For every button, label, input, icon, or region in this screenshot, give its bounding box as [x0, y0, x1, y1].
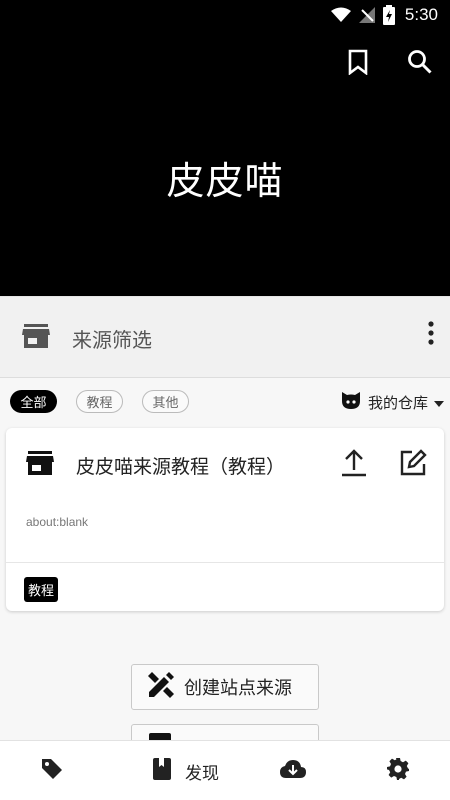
bookmark-button[interactable] [342, 48, 374, 80]
chip-tutorial[interactable]: 教程 [76, 390, 123, 413]
battery-icon [382, 5, 395, 25]
bookmark-icon [347, 49, 369, 79]
bottom-nav: 发现 [0, 740, 450, 800]
more-options-button[interactable] [428, 321, 434, 349]
divider [6, 562, 444, 563]
nav-tags[interactable] [22, 741, 82, 800]
more-vert-icon [428, 321, 434, 349]
header: 皮皮喵 [0, 30, 450, 296]
store-icon [22, 323, 50, 353]
signal-icon [358, 7, 375, 23]
search-button[interactable] [404, 48, 436, 80]
gear-icon [387, 758, 409, 784]
design-tools-icon [146, 670, 176, 705]
edit-icon [398, 449, 428, 482]
chip-other[interactable]: 其他 [142, 390, 189, 413]
source-tag: 教程 [24, 577, 59, 602]
page-title: 皮皮喵 [166, 159, 284, 203]
chip-all[interactable]: 全部 [10, 390, 57, 413]
status-bar: 5:30 [0, 0, 450, 30]
nav-download[interactable] [263, 741, 323, 800]
upload-icon [339, 449, 369, 482]
dropdown-arrow-icon [434, 393, 444, 411]
filter-label: 来源筛选 [72, 328, 152, 352]
category-chips: 全部 教程 其他 我的仓库 [0, 390, 450, 416]
nav-discover[interactable]: 发现 [136, 741, 236, 800]
create-source-label: 创建站点来源 [184, 678, 292, 699]
cloud-download-icon [280, 759, 306, 783]
source-card[interactable]: 皮皮喵来源教程（教程） about:blank 教程 [6, 428, 444, 611]
store-icon [26, 450, 54, 480]
nav-settings[interactable] [368, 741, 428, 800]
create-source-button[interactable]: 创建站点来源 [131, 664, 319, 710]
github-cat-icon [340, 390, 362, 414]
tag-icon [41, 758, 63, 784]
upload-button[interactable] [339, 448, 369, 482]
search-icon [407, 49, 433, 79]
edit-button[interactable] [398, 448, 428, 482]
repo-label: 我的仓库 [367, 393, 428, 412]
status-time: 5:30 [404, 5, 438, 24]
repo-selector[interactable]: 我的仓库 [340, 390, 444, 414]
source-title: 皮皮喵来源教程（教程） [76, 456, 286, 478]
wifi-icon [330, 7, 351, 23]
source-filter-bar[interactable]: 来源筛选 [0, 296, 450, 378]
book-icon [153, 758, 171, 784]
nav-discover-label: 发现 [185, 763, 219, 784]
source-url: about:blank [26, 515, 89, 529]
